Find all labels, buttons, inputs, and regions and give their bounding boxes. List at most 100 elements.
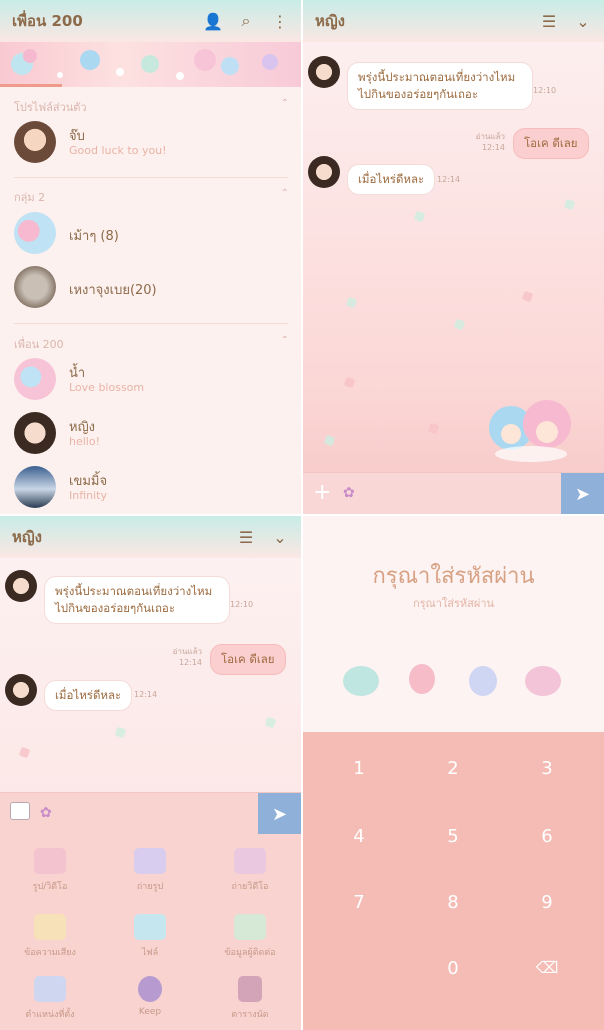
- file-icon: [134, 914, 166, 940]
- tray-label: ถ่ายรูป: [136, 882, 164, 892]
- group-row[interactable]: เม้าๆ (8): [14, 212, 294, 254]
- chat-tray-screen: หญิง ☰ ⌄ พรุ่งนี้ประมาณตอนเที่ยงว่างไหม …: [0, 516, 301, 1030]
- chat-screen: หญิง ☰ ⌄ พรุ่งนี้ประมาณตอนเที่ยงว่างไหม …: [303, 0, 604, 514]
- fish-icon: [525, 666, 561, 696]
- message-time: 12:14: [481, 143, 505, 152]
- key-9[interactable]: 9: [497, 892, 597, 913]
- star-deco: [521, 290, 534, 303]
- key-4[interactable]: 4: [309, 826, 409, 847]
- contact-icon: [234, 914, 266, 940]
- theme-banner: [0, 42, 301, 87]
- search-icon[interactable]: ⌕: [237, 11, 255, 31]
- more-icon[interactable]: ⋮: [271, 12, 289, 31]
- tray-file[interactable]: ไฟล์: [100, 914, 200, 959]
- message-input-bar: + ✿ ➤: [303, 472, 604, 514]
- profile-name: จ๊บ: [69, 129, 85, 144]
- tray-video[interactable]: ถ่ายวิดีโอ: [200, 848, 300, 893]
- sticker-icon[interactable]: ✿: [343, 485, 355, 501]
- passcode-subtitle: กรุณาใส่รหัสผ่าน: [412, 597, 495, 610]
- key-6[interactable]: 6: [497, 826, 597, 847]
- tray-camera[interactable]: ถ่ายรูป: [100, 848, 200, 893]
- star-deco: [114, 726, 127, 739]
- tray-label: รูป/วิดีโอ: [32, 882, 68, 892]
- friend-row[interactable]: น้ำ Love blossom: [14, 358, 294, 400]
- avatar: [14, 466, 56, 508]
- banner-art: [11, 49, 278, 80]
- send-icon: ➤: [574, 483, 591, 505]
- star-deco: [343, 376, 356, 389]
- tray-contact[interactable]: ข้อมูลผู้ติดต่อ: [200, 914, 300, 959]
- star-deco: [323, 434, 336, 447]
- chevron-up-icon[interactable]: ⌃: [281, 98, 289, 109]
- friend-row[interactable]: หญิง hello!: [14, 412, 294, 454]
- passcode-title: กรุณาใส่รหัสผ่าน: [372, 564, 535, 589]
- backspace-icon[interactable]: ⌫: [497, 958, 597, 977]
- key-8[interactable]: 8: [403, 892, 503, 913]
- message-bubble: พรุ่งนี้ประมาณตอนเที่ยงว่างไหม ไปกินของอ…: [347, 62, 533, 110]
- friends-title: เพื่อน 200: [12, 12, 83, 30]
- avatar: [14, 266, 56, 308]
- notes-icon[interactable]: ☰: [237, 528, 255, 547]
- tray-label: ไฟล์: [141, 948, 159, 958]
- avatar: [14, 358, 56, 400]
- key-3[interactable]: 3: [497, 758, 597, 779]
- video-icon: [234, 848, 266, 874]
- avatar[interactable]: [308, 156, 340, 188]
- message-time: 12:10: [230, 600, 254, 609]
- keep-icon: [138, 976, 162, 1002]
- avatar[interactable]: [5, 674, 37, 706]
- friend-status: Infinity: [69, 489, 107, 502]
- avatar: [14, 212, 56, 254]
- divider: [14, 323, 288, 324]
- message-bubble: พรุ่งนี้ประมาณตอนเที่ยงว่างไหม ไปกินของอ…: [44, 576, 230, 624]
- passcode-screen: กรุณาใส่รหัสผ่าน กรุณาใส่รหัสผ่าน 1 2 3 …: [303, 516, 604, 1030]
- friends-header: เพื่อน 200 👤 ⌕ ⋮: [0, 0, 301, 42]
- friend-name: เขมมิ้จ: [69, 474, 108, 489]
- tray-schedule[interactable]: ตารางนัด: [200, 976, 300, 1021]
- avatar[interactable]: [5, 570, 37, 602]
- send-button[interactable]: ➤: [258, 793, 301, 835]
- chevron-up-icon[interactable]: ⌃: [281, 335, 289, 346]
- add-friend-icon[interactable]: 👤: [203, 12, 223, 31]
- star-deco: [264, 716, 277, 729]
- tray-keep[interactable]: Keep: [100, 976, 200, 1017]
- key-1[interactable]: 1: [309, 758, 409, 779]
- my-message-bubble: โอเค ดีเลย: [210, 644, 286, 675]
- key-0[interactable]: 0: [403, 958, 503, 979]
- key-2[interactable]: 2: [403, 758, 503, 779]
- star-deco: [453, 318, 466, 331]
- tray-location[interactable]: ตำแหน่งที่ตั้ง: [0, 976, 100, 1021]
- tray-label: ข้อความเสียง: [24, 948, 76, 958]
- send-button[interactable]: ➤: [561, 473, 604, 514]
- star-deco: [413, 210, 426, 223]
- tray-photo-video[interactable]: รูป/วิดีโอ: [0, 848, 100, 893]
- calendar-icon: [238, 976, 262, 1002]
- section-profile: โปรไฟล์ส่วนตัว: [14, 101, 87, 114]
- group-row[interactable]: เหงาจุงเบย(20): [14, 266, 294, 308]
- sticker-icon[interactable]: ✿: [40, 805, 52, 821]
- notes-icon[interactable]: ☰: [540, 12, 558, 31]
- friend-row[interactable]: เขมมิ้จ Infinity: [14, 466, 294, 508]
- section-groups: กลุ่ม 2: [14, 191, 46, 204]
- banner-indicator: [0, 84, 62, 87]
- avatar[interactable]: [308, 56, 340, 88]
- keyboard-icon[interactable]: [10, 802, 30, 820]
- chevron-up-icon[interactable]: ⌃: [281, 188, 289, 199]
- chat-title: หญิง: [12, 528, 42, 546]
- mascot-sticker: [489, 400, 571, 462]
- read-receipt: อ่านแล้ว: [172, 647, 202, 656]
- key-5[interactable]: 5: [403, 826, 503, 847]
- tray-label: ถ่ายวิดีโอ: [231, 882, 269, 892]
- key-7[interactable]: 7: [309, 892, 409, 913]
- tray-voice[interactable]: ข้อความเสียง: [0, 914, 100, 959]
- profile-row[interactable]: จ๊บ Good luck to you!: [14, 121, 294, 163]
- group-name: เหงาจุงเบย(20): [69, 283, 157, 298]
- chevron-down-icon[interactable]: ⌄: [271, 528, 289, 547]
- star-deco: [563, 198, 576, 211]
- chevron-down-icon[interactable]: ⌄: [574, 12, 592, 31]
- message-bubble: เมื่อไหร่ดีหละ: [347, 164, 436, 195]
- plus-icon[interactable]: +: [313, 480, 331, 505]
- message-time: 12:10: [533, 86, 557, 95]
- star-deco: [427, 422, 440, 435]
- friends-screen: เพื่อน 200 👤 ⌕ ⋮ โปรไฟล์ส่วนตัว ⌃ จ๊บ Go…: [0, 0, 301, 514]
